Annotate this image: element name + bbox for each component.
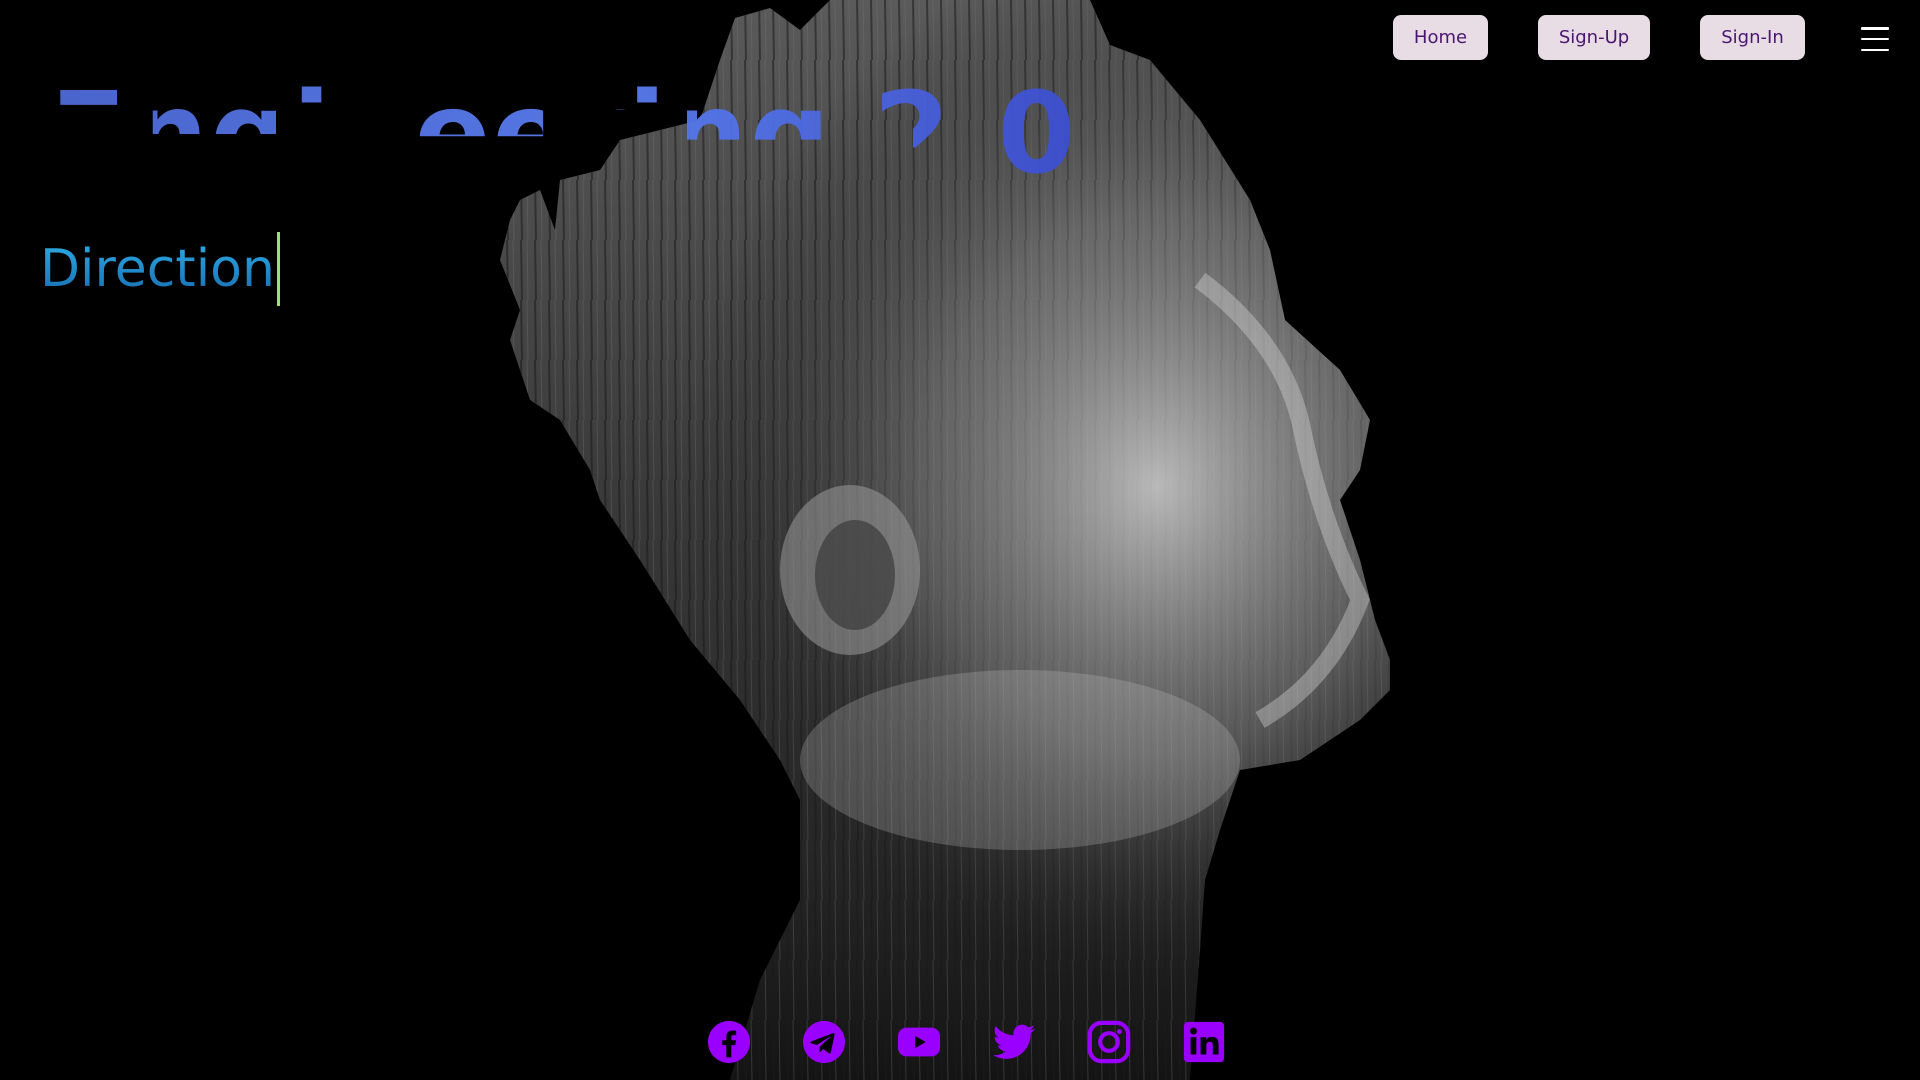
hero-silhouette-image: [500, 0, 1390, 1080]
hamburger-menu-icon[interactable]: [1861, 27, 1889, 51]
home-button[interactable]: Home: [1393, 15, 1488, 60]
typing-caret: [276, 232, 280, 306]
typing-text: Direction: [40, 239, 275, 299]
hamburger-bar: [1861, 27, 1889, 30]
top-navigation: Home Sign-Up Sign-In: [0, 15, 1920, 61]
linkedin-icon[interactable]: [1181, 1019, 1227, 1065]
page: Engineering 2.0 Direction Home Sign-Up S…: [0, 0, 1920, 1080]
twitter-icon[interactable]: [991, 1019, 1037, 1065]
hamburger-bar: [1861, 48, 1889, 51]
facebook-icon[interactable]: [706, 1019, 752, 1065]
telegram-icon[interactable]: [801, 1019, 847, 1065]
sign-up-button[interactable]: Sign-Up: [1538, 15, 1650, 60]
social-links: [706, 1019, 1227, 1065]
hamburger-bar: [1861, 37, 1889, 41]
typing-line: Direction: [40, 232, 280, 306]
youtube-icon[interactable]: [896, 1019, 942, 1065]
sign-in-button[interactable]: Sign-In: [1700, 15, 1805, 60]
instagram-icon[interactable]: [1086, 1019, 1132, 1065]
hero-headline: Engineering 2.0: [50, 69, 1078, 199]
